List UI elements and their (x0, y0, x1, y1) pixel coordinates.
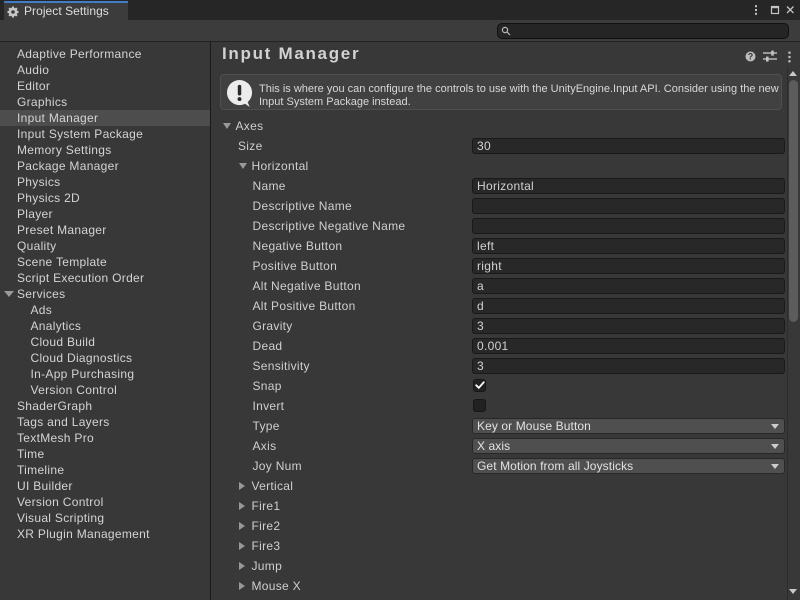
svg-text:?: ? (748, 51, 754, 61)
